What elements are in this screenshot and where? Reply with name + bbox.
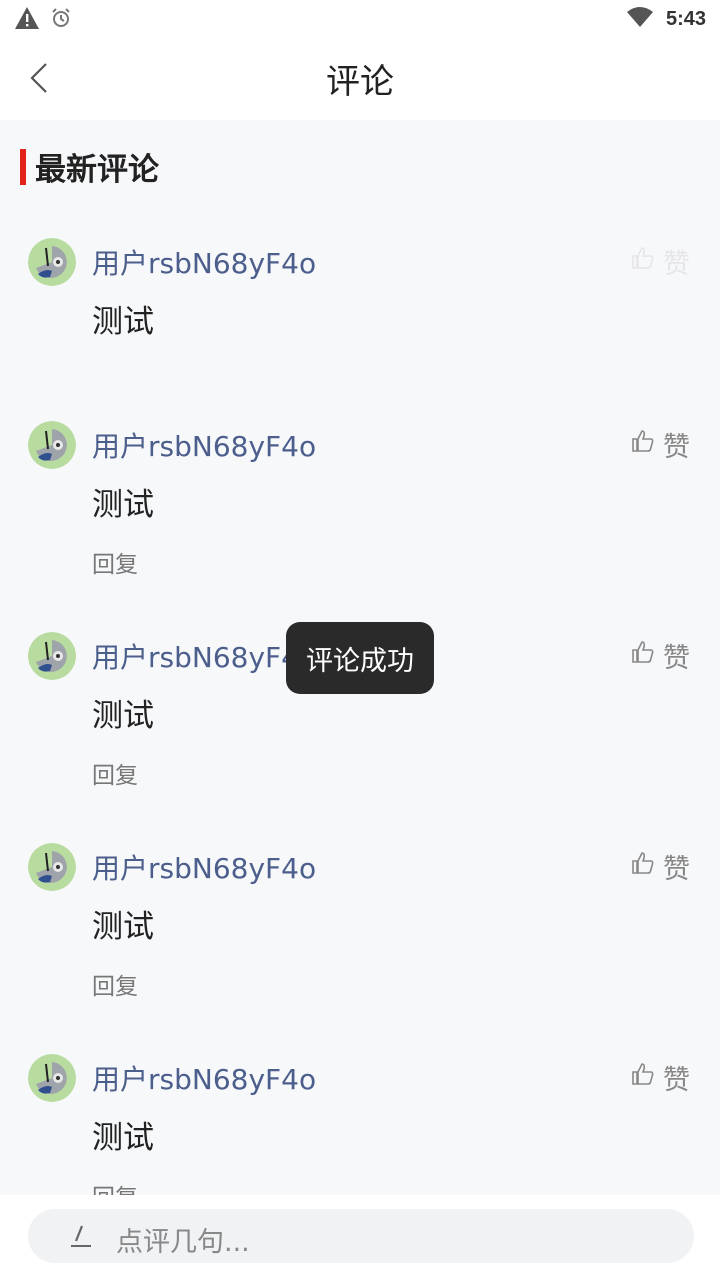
- status-time: 5:43: [665, 7, 706, 30]
- reply-button[interactable]: 回复: [92, 756, 138, 790]
- section-accent-bar: [20, 148, 26, 185]
- avatar[interactable]: [28, 843, 76, 891]
- reply-button[interactable]: 回复: [92, 1178, 138, 1195]
- like-button[interactable]: 赞: [631, 636, 690, 675]
- thumbs-up-icon: [631, 429, 655, 460]
- page-title: 评论: [326, 62, 394, 102]
- like-label: 赞: [663, 249, 690, 280]
- like-button[interactable]: 赞: [631, 425, 690, 464]
- like-label: 赞: [663, 854, 690, 885]
- comment-text: 测试: [92, 487, 154, 523]
- thumbs-up-icon: [631, 640, 655, 671]
- like-button[interactable]: 赞: [631, 1058, 690, 1097]
- like-label: 赞: [663, 1065, 690, 1096]
- pencil-icon: [68, 1223, 94, 1253]
- status-bar: 5:43: [0, 0, 720, 38]
- thumbs-up-icon: [631, 246, 655, 277]
- like-button[interactable]: 赞: [631, 242, 690, 281]
- section-title: 最新评论: [35, 152, 159, 188]
- avatar[interactable]: [28, 1054, 76, 1102]
- thumbs-up-icon: [631, 1062, 655, 1093]
- avatar[interactable]: [28, 421, 76, 469]
- warning-icon: [14, 6, 40, 34]
- comment-username[interactable]: 用户rsbN68yF4o: [92, 242, 316, 282]
- reply-button[interactable]: 回复: [92, 967, 138, 1001]
- bottom-comment-bar: 点评几句...: [0, 1195, 720, 1280]
- thumbs-up-icon: [631, 851, 655, 882]
- reply-button[interactable]: 回复: [92, 545, 138, 579]
- app-header: 评论: [0, 38, 720, 120]
- comment-input[interactable]: 点评几句...: [28, 1209, 694, 1263]
- comment-text: 测试: [92, 1120, 154, 1156]
- avatar[interactable]: [28, 238, 76, 286]
- comment-username[interactable]: 用户rsbN68yF4o: [92, 847, 316, 887]
- comment-text: 测试: [92, 909, 154, 945]
- like-label: 赞: [663, 643, 690, 674]
- like-button[interactable]: 赞: [631, 847, 690, 886]
- comment-username[interactable]: 用户rsbN68yF4o: [92, 636, 316, 676]
- comment-text: 测试: [92, 698, 154, 734]
- comment-input-placeholder: 点评几句...: [116, 1227, 250, 1258]
- toast-message: 评论成功: [286, 622, 434, 694]
- comment-username[interactable]: 用户rsbN68yF4o: [92, 425, 316, 465]
- section-header: 最新评论: [20, 144, 159, 189]
- comment-text: 测试: [92, 304, 154, 340]
- wifi-icon: [626, 6, 654, 32]
- alarm-icon: [50, 7, 72, 33]
- avatar[interactable]: [28, 632, 76, 680]
- comment-username[interactable]: 用户rsbN68yF4o: [92, 1058, 316, 1098]
- like-label: 赞: [663, 432, 690, 463]
